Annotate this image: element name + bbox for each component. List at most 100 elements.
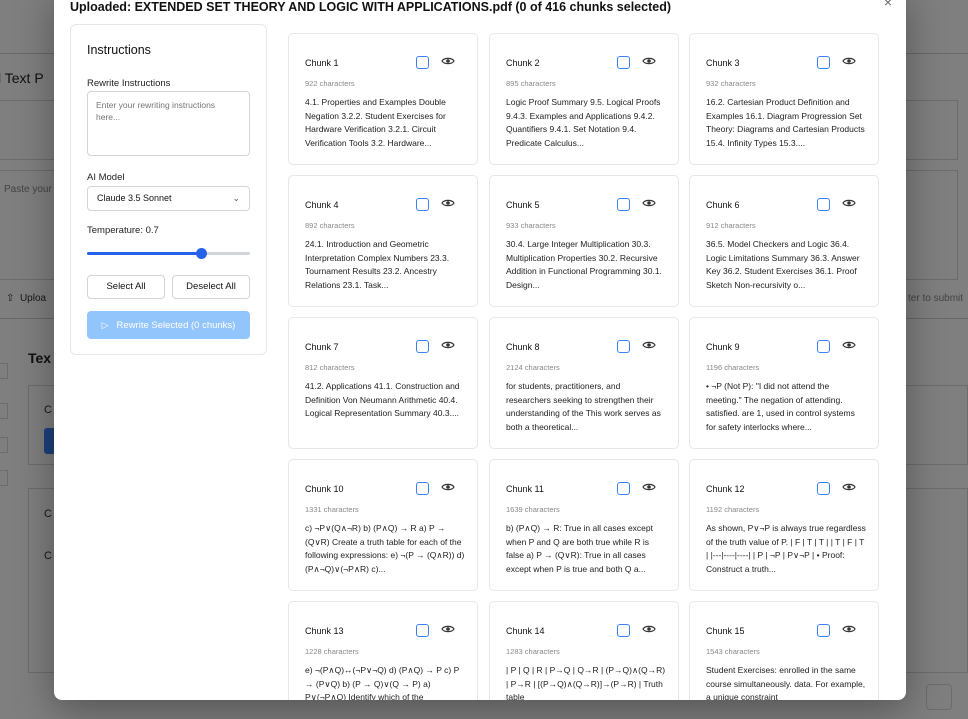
temperature-slider[interactable]: [87, 247, 250, 259]
modal-title: Uploaded: EXTENDED SET THEORY AND LOGIC …: [70, 0, 671, 14]
chunk-preview-text: As shown, P∨¬P is always true regardless…: [706, 523, 866, 574]
eye-icon[interactable]: [441, 482, 455, 492]
chunk-title: Chunk 6: [706, 200, 740, 210]
chunk-preview-text: Student Exercises: enrolled in the same …: [706, 665, 866, 700]
chunk-title: Chunk 10: [305, 484, 344, 494]
chunk-card[interactable]: Chunk 8 2124 characters for students, prac…: [489, 317, 679, 449]
chunk-card[interactable]: Chunk 9 1196 characters • ¬P (Not P): "I d…: [689, 317, 879, 449]
chunk-title: Chunk 2: [506, 58, 540, 68]
rewrite-instructions-label: Rewrite Instructions: [87, 78, 171, 89]
chunk-title: Chunk 9: [706, 342, 740, 352]
chunk-card[interactable]: Chunk 3 932 characters 16.2. Cartesian Pro…: [689, 33, 879, 165]
eye-icon[interactable]: [642, 56, 656, 66]
chunk-title: Chunk 1: [305, 58, 339, 68]
chunk-card[interactable]: Chunk 1 922 characters 4.1. Properties and…: [288, 33, 478, 165]
chunk-checkbox[interactable]: [416, 198, 429, 211]
chunk-card[interactable]: Chunk 6 912 characters 36.5. Model Checker…: [689, 175, 879, 307]
chunk-checkbox[interactable]: [817, 340, 830, 353]
eye-icon[interactable]: [642, 482, 656, 492]
chunk-card[interactable]: Chunk 14 1283 characters | P | Q | R | P→Q…: [489, 601, 679, 700]
chunk-char-count: 1228 characters: [305, 647, 359, 656]
chunk-checkbox[interactable]: [416, 482, 429, 495]
chunk-preview-text: 16.2. Cartesian Product Definition and E…: [706, 97, 865, 148]
slider-thumb[interactable]: [196, 248, 208, 259]
eye-icon[interactable]: [642, 340, 656, 350]
chunk-checkbox[interactable]: [416, 624, 429, 637]
chunk-checkbox[interactable]: [416, 340, 429, 353]
chunk-title: Chunk 3: [706, 58, 740, 68]
chunk-char-count: 1283 characters: [506, 647, 560, 656]
select-all-button[interactable]: Select All: [87, 275, 165, 299]
eye-icon[interactable]: [642, 624, 656, 634]
chunk-preview-text: 30.4. Large Integer Multiplication 30.3.…: [506, 239, 662, 290]
chunk-char-count: 1192 characters: [706, 505, 760, 514]
close-icon[interactable]: ×: [880, 0, 896, 10]
chunk-char-count: 2124 characters: [506, 363, 560, 372]
chunk-preview-text: c) ¬P∨(Q∧¬R) b) (P∧Q) → R a) P → (Q∨R) C…: [305, 523, 465, 574]
instructions-panel: Instructions Rewrite Instructions AI Mod…: [70, 24, 267, 355]
eye-icon[interactable]: [441, 340, 455, 350]
chunk-char-count: 895 characters: [506, 79, 556, 88]
chunk-char-count: 1543 characters: [706, 647, 760, 656]
chunk-title: Chunk 5: [506, 200, 540, 210]
eye-icon[interactable]: [842, 198, 856, 208]
chunk-title: Chunk 14: [506, 626, 545, 636]
chunk-checkbox[interactable]: [817, 624, 830, 637]
eye-icon[interactable]: [842, 624, 856, 634]
chunk-card[interactable]: Chunk 11 1639 characters b) (P∧Q) → R: Tru…: [489, 459, 679, 591]
chunk-selection-modal: Uploaded: EXTENDED SET THEORY AND LOGIC …: [54, 0, 906, 700]
chunk-preview-text: 36.5. Model Checkers and Logic 36.4. Log…: [706, 239, 860, 290]
chunk-card[interactable]: Chunk 2 895 characters Logic Proof Summary…: [489, 33, 679, 165]
eye-icon[interactable]: [842, 56, 856, 66]
chunk-char-count: 1639 characters: [506, 505, 560, 514]
chunk-checkbox[interactable]: [617, 624, 630, 637]
chunk-preview-text: | P | Q | R | P→Q | Q→R | (P→Q)∧(Q→R) | …: [506, 665, 666, 700]
ai-model-label: AI Model: [87, 172, 125, 183]
chunk-checkbox[interactable]: [617, 198, 630, 211]
eye-icon[interactable]: [441, 198, 455, 208]
chevron-down-icon: ⌄: [232, 193, 240, 203]
chunk-checkbox[interactable]: [416, 56, 429, 69]
chunk-preview-text: b) (P∧Q) → R: True in all cases except w…: [506, 523, 653, 574]
ai-model-select[interactable]: Claude 3.5 Sonnet ⌄: [87, 186, 250, 211]
instructions-title: Instructions: [87, 43, 151, 57]
rewrite-selected-button[interactable]: ▷ Rewrite Selected (0 chunks): [87, 311, 250, 339]
chunk-checkbox[interactable]: [617, 340, 630, 353]
eye-icon[interactable]: [441, 56, 455, 66]
slider-fill: [87, 252, 202, 255]
chunk-preview-text: • ¬P (Not P): "I did not attend the meet…: [706, 381, 855, 432]
chunk-title: Chunk 15: [706, 626, 745, 636]
ai-model-value: Claude 3.5 Sonnet: [97, 193, 172, 203]
rewrite-selected-label: Rewrite Selected (0 chunks): [116, 320, 236, 331]
chunk-card[interactable]: Chunk 15 1543 characters Student Exercises…: [689, 601, 879, 700]
chunk-char-count: 1196 characters: [706, 363, 760, 372]
eye-icon[interactable]: [842, 482, 856, 492]
chunk-char-count: 933 characters: [506, 221, 556, 230]
chunk-card[interactable]: Chunk 12 1192 characters As shown, P∨¬P is…: [689, 459, 879, 591]
chunk-char-count: 922 characters: [305, 79, 355, 88]
chunk-preview-text: 41.2. Applications 41.1. Construction an…: [305, 381, 460, 418]
play-icon: ▷: [101, 320, 109, 330]
chunk-title: Chunk 11: [506, 484, 544, 494]
chunk-checkbox[interactable]: [617, 482, 630, 495]
chunk-checkbox[interactable]: [817, 482, 830, 495]
eye-icon[interactable]: [441, 624, 455, 634]
chunk-char-count: 912 characters: [706, 221, 756, 230]
eye-icon[interactable]: [842, 340, 856, 350]
chunk-char-count: 932 characters: [706, 79, 756, 88]
deselect-all-button[interactable]: Deselect All: [172, 275, 250, 299]
chunk-card[interactable]: Chunk 4 892 characters 24.1. Introduction …: [288, 175, 478, 307]
chunk-title: Chunk 12: [706, 484, 745, 494]
chunk-card[interactable]: Chunk 13 1228 characters e) ¬(P∧Q)↔(¬P∨¬Q)…: [288, 601, 478, 700]
chunk-char-count: 812 characters: [305, 363, 355, 372]
chunk-checkbox[interactable]: [617, 56, 630, 69]
chunk-checkbox[interactable]: [817, 56, 830, 69]
rewrite-instructions-input[interactable]: [87, 91, 250, 156]
chunk-title: Chunk 8: [506, 342, 540, 352]
chunk-preview-text: for students, practitioners, and researc…: [506, 381, 661, 432]
eye-icon[interactable]: [642, 198, 656, 208]
chunk-checkbox[interactable]: [817, 198, 830, 211]
chunk-card[interactable]: Chunk 5 933 characters 30.4. Large Integer…: [489, 175, 679, 307]
chunk-card[interactable]: Chunk 7 812 characters 41.2. Applications …: [288, 317, 478, 449]
chunk-card[interactable]: Chunk 10 1331 characters c) ¬P∨(Q∧¬R) b) (…: [288, 459, 478, 591]
